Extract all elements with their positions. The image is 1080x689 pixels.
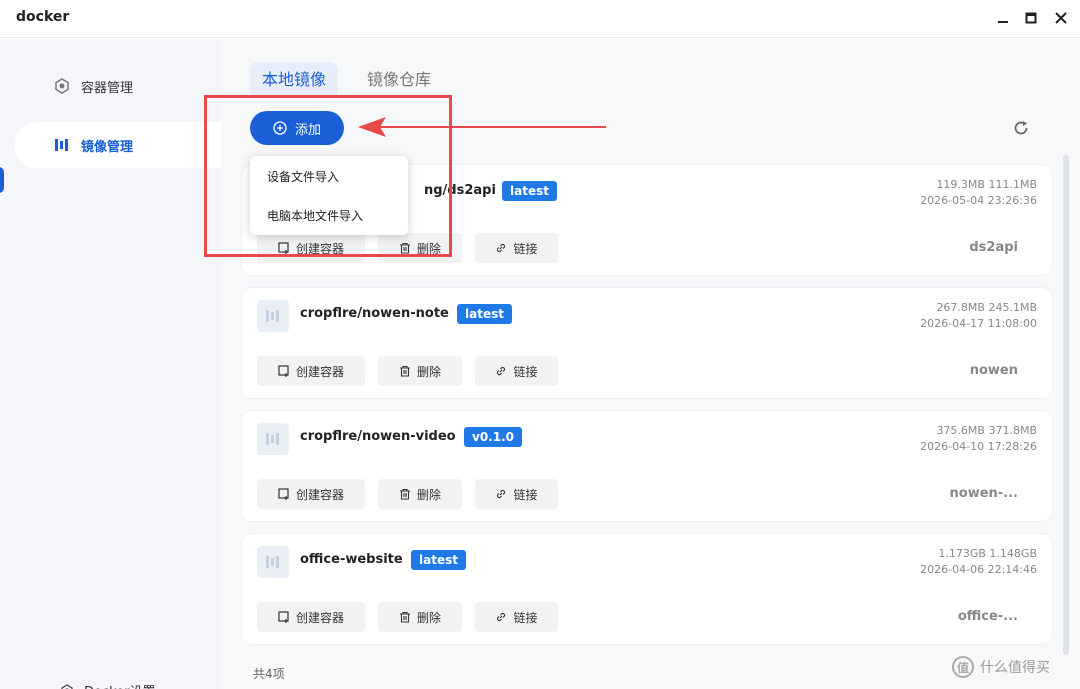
image-size: 119.3MB 111.1MB <box>936 178 1037 191</box>
create-icon <box>278 488 289 500</box>
create-container-label: 创建容器 <box>295 364 344 379</box>
minimize-button[interactable] <box>992 7 1014 29</box>
close-icon <box>1055 12 1067 24</box>
maximize-icon <box>1025 12 1037 24</box>
image-tag-badge: latest <box>457 304 512 324</box>
create-icon <box>278 365 289 377</box>
image-name: cropflre/nowen-video <box>300 429 456 444</box>
image-tag-badge: latest <box>411 550 466 570</box>
create-icon <box>278 611 289 623</box>
link-button[interactable]: 链接 <box>475 356 558 386</box>
image-name: office-website <box>300 552 403 567</box>
trash-icon <box>399 488 410 500</box>
tab-local-images[interactable]: 本地镜像 <box>250 62 339 98</box>
tab-image-repository[interactable]: 镜像仓库 <box>355 62 443 98</box>
image-icon <box>266 556 279 568</box>
image-icon <box>266 433 279 445</box>
image-date: 2026-04-10 17:28:26 <box>920 440 1037 453</box>
maximize-button[interactable] <box>1020 7 1042 29</box>
hexagon-icon <box>55 78 69 94</box>
create-container-label: 创建容器 <box>295 487 344 502</box>
container-short-name: nowen <box>969 363 1018 378</box>
title-bar: docker <box>0 0 1080 38</box>
trash-icon <box>399 365 410 377</box>
link-button[interactable]: 链接 <box>475 479 558 509</box>
close-button[interactable] <box>1050 7 1072 29</box>
link-label: 链接 <box>513 241 538 256</box>
settings-label: Docker设置 <box>84 681 156 689</box>
link-icon <box>497 612 506 622</box>
link-icon <box>497 366 506 376</box>
image-card: cropflre/nowen-video v0.1.0 375.6MB 371.… <box>242 411 1052 521</box>
link-icon <box>497 243 506 253</box>
annotation-arrow-icon <box>358 117 606 137</box>
link-label: 链接 <box>513 487 538 502</box>
container-short-name: nowen-... <box>949 486 1018 501</box>
item-count: 共4项 <box>253 667 285 681</box>
link-button[interactable]: 链接 <box>475 602 558 632</box>
settings-icon <box>61 683 73 689</box>
delete-button[interactable]: 删除 <box>378 479 462 509</box>
link-button[interactable]: 链接 <box>475 233 558 263</box>
create-container-button[interactable]: 创建容器 <box>257 479 365 509</box>
image-tag-badge: v0.1.0 <box>464 427 522 447</box>
sidebar-item-containers[interactable]: 容器管理 <box>14 63 221 109</box>
image-card: office-website latest 1.173GB 1.148GB 20… <box>242 534 1052 644</box>
delete-button[interactable]: 删除 <box>378 602 462 632</box>
image-date: 2026-04-06 22:14:46 <box>920 563 1037 576</box>
image-thumbnail <box>257 300 289 332</box>
sidebar: 容器管理 镜像管理 Docker设置 <box>0 39 221 689</box>
image-thumbnail <box>257 546 289 578</box>
delete-label: 删除 <box>416 610 441 625</box>
image-date: 2026-04-17 11:08:00 <box>920 317 1037 330</box>
container-short-name: ds2api <box>969 240 1018 255</box>
refresh-icon[interactable] <box>1012 119 1030 137</box>
minimize-icon <box>998 21 1008 23</box>
create-container-label: 创建容器 <box>295 610 344 625</box>
create-container-button[interactable]: 创建容器 <box>257 356 365 386</box>
scrollbar[interactable] <box>1063 155 1069 655</box>
create-container-button[interactable]: 创建容器 <box>257 602 365 632</box>
container-short-name: office-... <box>957 609 1018 624</box>
link-label: 链接 <box>513 364 538 379</box>
sidebar-item-images[interactable]: 镜像管理 <box>14 122 221 168</box>
watermark-logo-icon: 值 <box>952 656 974 678</box>
image-name: cropflre/nowen-note <box>300 306 449 321</box>
link-icon <box>497 489 506 499</box>
delete-label: 删除 <box>416 487 441 502</box>
watermark-text: 什么值得买 <box>980 660 1050 676</box>
image-size: 267.8MB 245.1MB <box>936 301 1037 314</box>
image-tag-badge: latest <box>502 181 557 201</box>
image-date: 2026-05-04 23:26:36 <box>920 194 1037 207</box>
link-label: 链接 <box>513 610 538 625</box>
delete-label: 删除 <box>416 364 441 379</box>
active-indicator <box>0 167 4 193</box>
image-size: 1.173GB 1.148GB <box>938 547 1037 560</box>
sidebar-item-label: 容器管理 <box>81 80 134 96</box>
image-icon <box>266 310 279 322</box>
delete-button[interactable]: 删除 <box>378 356 462 386</box>
docker-settings-link[interactable]: Docker设置 <box>60 681 156 689</box>
trash-icon <box>399 611 410 623</box>
image-icon <box>55 139 68 151</box>
image-size: 375.6MB 371.8MB <box>936 424 1037 437</box>
app-title: docker <box>16 9 70 25</box>
watermark: 值 什么值得买 <box>952 656 1050 678</box>
image-thumbnail <box>257 423 289 455</box>
sidebar-item-label: 镜像管理 <box>81 139 134 155</box>
image-card: cropflre/nowen-note latest 267.8MB 245.1… <box>242 288 1052 398</box>
